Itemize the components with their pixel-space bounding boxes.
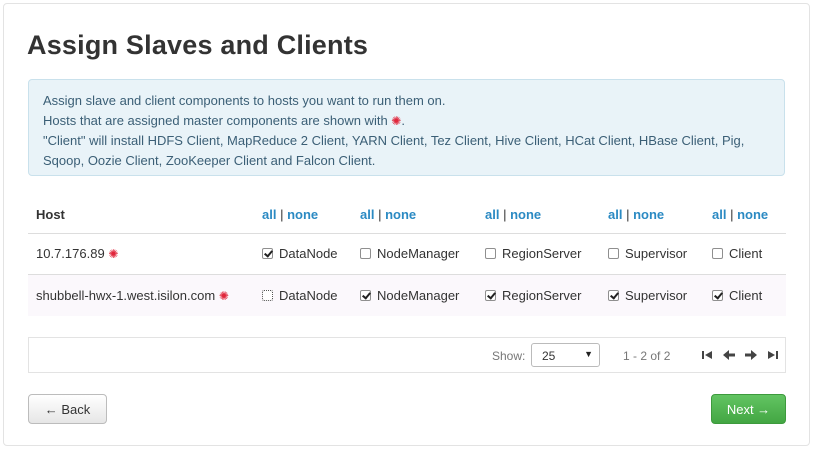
checkbox-box[interactable] <box>262 290 273 301</box>
table-row: shubbell-hwx-1.west.isilon.com ✺ DataNod… <box>28 275 786 316</box>
supervisor-checkbox[interactable]: Supervisor <box>608 233 687 274</box>
master-marker-icon: ✺ <box>108 247 119 261</box>
regionserver-select-none-link[interactable]: none <box>510 207 541 222</box>
host-name: shubbell-hwx-1.west.isilon.com <box>36 288 216 303</box>
client-select-none-link[interactable]: none <box>737 207 768 222</box>
page-size-label: Show: <box>492 349 526 363</box>
regionserver-select-all-link[interactable]: all <box>485 207 499 222</box>
checkbox-label: RegionServer <box>502 288 582 303</box>
nodemanager-checkbox[interactable]: NodeManager <box>360 275 459 316</box>
regionserver-column-selector: all | none <box>485 207 541 223</box>
chevron-down-icon: ▼ <box>584 349 593 359</box>
host-cell: 10.7.176.89 ✺ <box>36 233 118 275</box>
host-column-header: Host <box>36 207 65 222</box>
nodemanager-select-all-link[interactable]: all <box>360 207 374 222</box>
next-button[interactable]: Next → <box>711 394 786 424</box>
supervisor-column-selector: all | none <box>608 207 664 223</box>
last-page-icon[interactable] <box>766 348 780 362</box>
checkbox-box[interactable] <box>360 248 371 259</box>
selector-separator: | <box>626 207 630 222</box>
prev-page-icon[interactable] <box>722 348 736 362</box>
info-line-2: Hosts that are assigned master component… <box>43 111 770 131</box>
regionserver-checkbox[interactable]: RegionServer <box>485 233 582 274</box>
checkbox-box[interactable] <box>712 248 723 259</box>
checkbox-label: DataNode <box>279 246 338 261</box>
checkbox-label: NodeManager <box>377 246 460 261</box>
supervisor-checkbox[interactable]: Supervisor <box>608 275 687 316</box>
checkbox-label: Supervisor <box>625 288 688 303</box>
supervisor-select-all-link[interactable]: all <box>608 207 622 222</box>
info-line-2-end: . <box>401 113 405 128</box>
checkbox-box[interactable] <box>485 290 496 301</box>
checkbox-label: Client <box>729 246 763 261</box>
datanode-checkbox[interactable]: DataNode <box>262 233 338 274</box>
master-marker-icon: ✺ <box>218 289 229 303</box>
page-size-select[interactable]: 25 ▼ <box>531 343 600 367</box>
first-page-icon[interactable] <box>700 348 714 362</box>
checkbox-box[interactable] <box>262 248 273 259</box>
info-line-2-text: Hosts that are assigned master component… <box>43 113 388 128</box>
checkbox-box[interactable] <box>485 248 496 259</box>
datanode-column-selector: all | none <box>262 207 318 223</box>
client-column-selector: all | none <box>712 207 768 223</box>
info-line-3: "Client" will install HDFS Client, MapRe… <box>43 133 745 168</box>
host-cell: shubbell-hwx-1.west.isilon.com ✺ <box>36 275 229 317</box>
back-button[interactable]: ← Back <box>28 394 107 424</box>
checkbox-label: DataNode <box>279 288 338 303</box>
selector-separator: | <box>378 207 382 222</box>
client-checkbox[interactable]: Client <box>712 275 762 316</box>
info-alert: Assign slave and client components to ho… <box>28 79 785 176</box>
regionserver-checkbox[interactable]: RegionServer <box>485 275 582 316</box>
checkbox-box[interactable] <box>360 290 371 301</box>
selector-separator: | <box>280 207 284 222</box>
checkbox-box[interactable] <box>712 290 723 301</box>
pagination-range: 1 - 2 of 2 <box>623 349 671 363</box>
client-checkbox[interactable]: Client <box>712 233 762 274</box>
nodemanager-checkbox[interactable]: NodeManager <box>360 233 459 274</box>
pagination-bar: Show: 25 ▼ 1 - 2 of 2 <box>28 337 786 373</box>
nodemanager-select-none-link[interactable]: none <box>385 207 416 222</box>
selector-separator: | <box>730 207 734 222</box>
page-title: Assign Slaves and Clients <box>27 30 369 60</box>
checkbox-label: RegionServer <box>502 246 582 261</box>
nodemanager-column-selector: all | none <box>360 207 416 223</box>
datanode-select-all-link[interactable]: all <box>262 207 276 222</box>
info-line-1: Assign slave and client components to ho… <box>43 93 446 108</box>
master-marker-icon: ✺ <box>391 114 402 128</box>
checkbox-label: NodeManager <box>377 288 460 303</box>
page-size-value: 25 <box>542 349 556 363</box>
wizard-panel <box>3 3 810 446</box>
supervisor-select-none-link[interactable]: none <box>633 207 664 222</box>
datanode-select-none-link[interactable]: none <box>287 207 318 222</box>
host-name: 10.7.176.89 <box>36 246 105 261</box>
table-row: 10.7.176.89 ✺ DataNode NodeManager Regio… <box>28 233 786 274</box>
client-select-all-link[interactable]: all <box>712 207 726 222</box>
checkbox-label: Client <box>729 288 763 303</box>
selector-separator: | <box>503 207 507 222</box>
checkbox-box[interactable] <box>608 248 619 259</box>
next-page-icon[interactable] <box>744 348 758 362</box>
checkbox-box[interactable] <box>608 290 619 301</box>
datanode-checkbox[interactable]: DataNode <box>262 275 338 316</box>
checkbox-label: Supervisor <box>625 246 688 261</box>
